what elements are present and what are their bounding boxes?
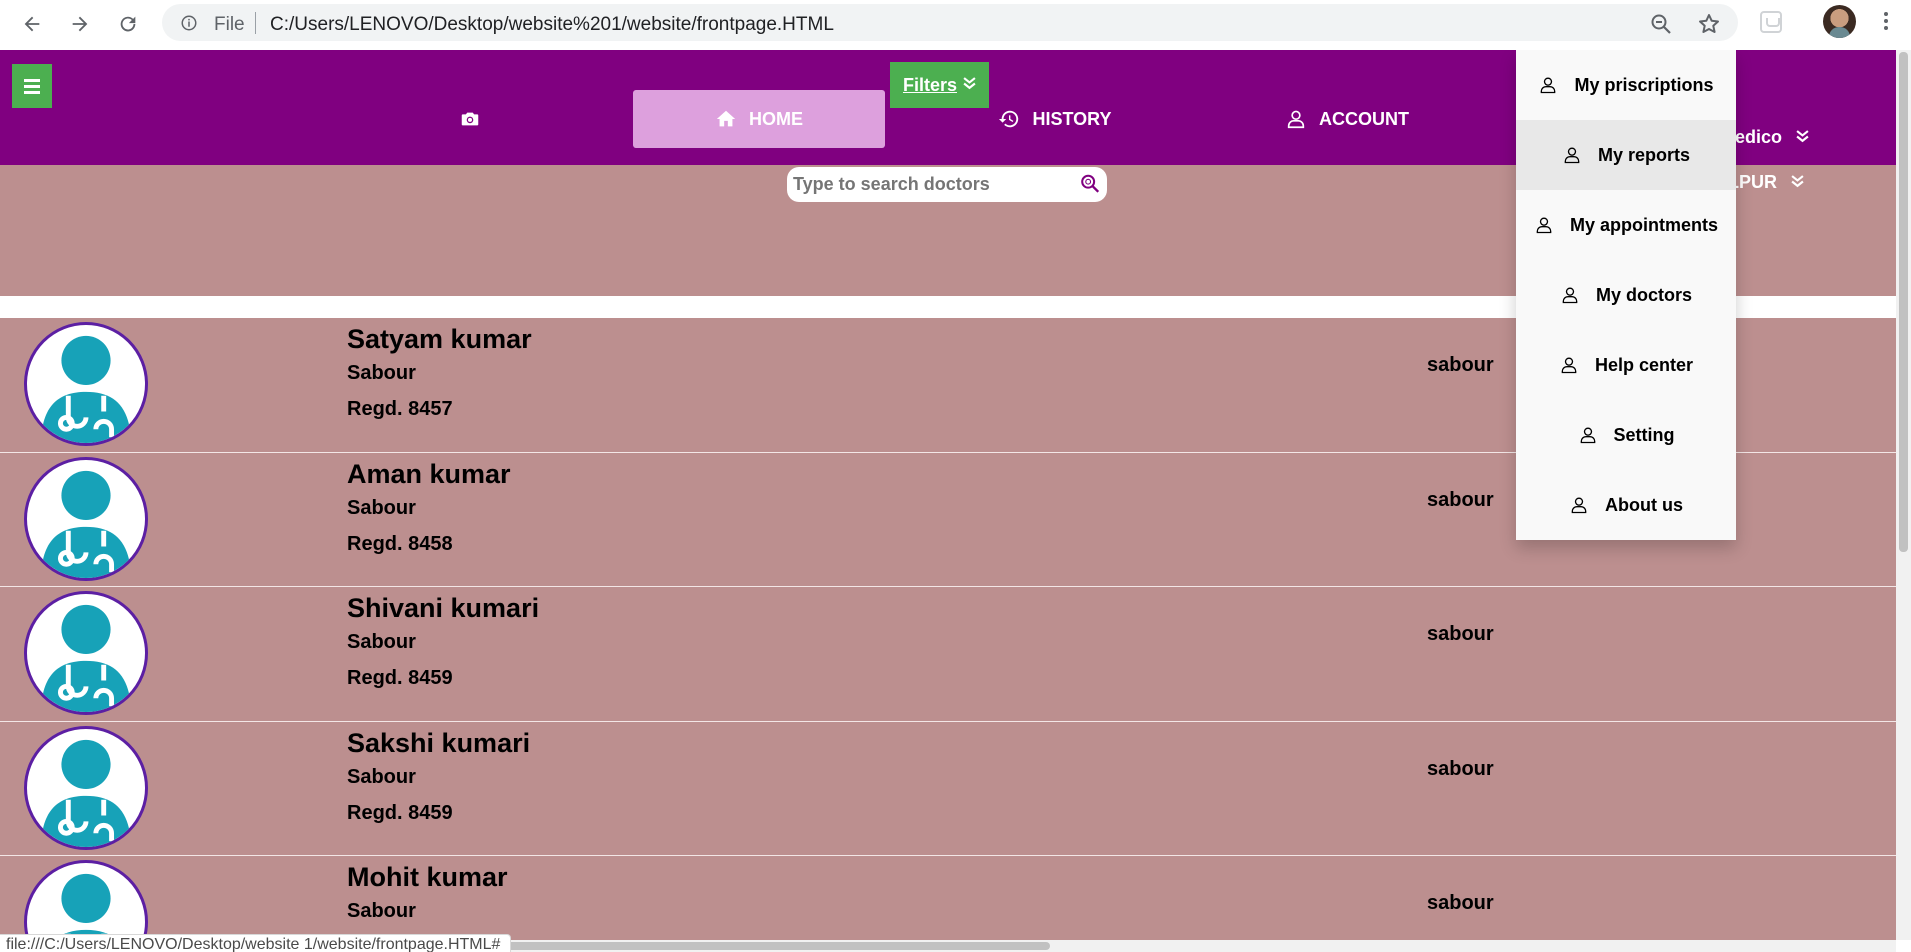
divider xyxy=(255,12,256,34)
menu-item-label: My priscriptions xyxy=(1574,74,1714,95)
zoom-out-icon[interactable] xyxy=(1649,12,1673,36)
menu-item-my-reports[interactable]: My reports xyxy=(1516,120,1736,190)
menu-item-label: About us xyxy=(1605,494,1683,515)
user-icon xyxy=(1564,147,1580,164)
menu-item-label: My doctors xyxy=(1595,284,1692,305)
doctor-regd: Regd. 8458 xyxy=(347,532,453,555)
avatar[interactable] xyxy=(1823,5,1856,38)
doctor-row[interactable]: Shivani kumari Sabour Regd. 8459 sabour xyxy=(0,587,1896,722)
medico-label: edico xyxy=(1735,127,1783,147)
doctor-row[interactable]: Sakshi kumari Sabour Regd. 8459 sabour xyxy=(0,721,1896,856)
nav-home-label: HOME xyxy=(749,108,803,129)
user-icon xyxy=(1571,497,1587,514)
doctor-icon xyxy=(40,604,132,712)
doctor-location: sabour xyxy=(1427,757,1494,780)
history-icon xyxy=(999,110,1019,128)
nav-account[interactable]: ACCOUNT xyxy=(1272,90,1422,148)
menu-item-label: Help center xyxy=(1594,354,1694,375)
menu-item-my-appointments[interactable]: My appointments xyxy=(1516,190,1736,260)
doctor-name[interactable]: Sakshi kumari xyxy=(347,728,530,759)
double-chevron-down-icon xyxy=(1791,174,1804,191)
hamburger-icon xyxy=(24,78,40,82)
user-icon xyxy=(1562,287,1578,304)
url-text[interactable]: C:/Users/LENOVO/Desktop/website%201/webs… xyxy=(270,14,834,36)
doctor-avatar[interactable] xyxy=(24,322,148,446)
doctor-avatar[interactable] xyxy=(24,860,148,940)
back-arrow-icon[interactable] xyxy=(14,6,50,42)
user-icon xyxy=(1541,77,1556,94)
doctor-location: sabour xyxy=(1427,488,1494,511)
doctor-regd: Regd. 8457 xyxy=(347,398,453,420)
menu-item-label: My reports xyxy=(1597,144,1691,165)
user-icon xyxy=(1580,427,1595,444)
menu-item-about-us[interactable]: About us xyxy=(1516,470,1736,540)
info-icon[interactable] xyxy=(180,14,198,32)
user-icon xyxy=(1561,357,1577,374)
doctor-icon xyxy=(40,739,132,847)
nav-account-label: ACCOUNT xyxy=(1319,108,1409,129)
doctor-place: Sabour xyxy=(347,900,416,922)
doctor-avatar[interactable] xyxy=(24,591,148,715)
menu-item-help-center[interactable]: Help center xyxy=(1516,330,1736,400)
home-icon xyxy=(716,110,736,127)
page-viewport: Filters HOME HISTORY ACCOUNT edico Type … xyxy=(0,50,1896,940)
account-dropdown-menu: My priscriptions My reports My appointment… xyxy=(1516,50,1736,540)
doctor-place: Sabour xyxy=(347,765,416,788)
camera-button[interactable] xyxy=(445,90,495,148)
user-icon xyxy=(1536,217,1552,234)
city-dropdown[interactable]: LPUR xyxy=(1728,172,1804,193)
camera-icon xyxy=(461,112,479,126)
address-bar[interactable]: File C:/Users/LENOVO/Desktop/website%201… xyxy=(162,4,1738,41)
menu-toggle-button[interactable] xyxy=(12,64,52,108)
user-icon xyxy=(1287,110,1305,129)
menu-item-label: My appointments xyxy=(1569,214,1718,235)
search-icon[interactable] xyxy=(1079,173,1101,195)
doctor-place: Sabour xyxy=(347,631,416,653)
menu-item-label: Setting xyxy=(1613,424,1675,445)
doctor-place: Sabour xyxy=(347,496,416,519)
doctor-location: sabour xyxy=(1427,892,1494,914)
double-chevron-down-icon xyxy=(1796,129,1809,146)
doctor-avatar[interactable] xyxy=(24,725,148,850)
star-icon[interactable] xyxy=(1697,12,1721,36)
doctor-regd: Regd. 8459 xyxy=(347,667,453,689)
doctor-icon xyxy=(40,470,132,578)
nav-history[interactable]: HISTORY xyxy=(990,90,1120,148)
nav-home[interactable]: HOME xyxy=(633,90,885,148)
filters-button[interactable]: Filters xyxy=(890,62,989,108)
nav-history-label: HISTORY xyxy=(1032,108,1112,129)
doctor-name[interactable]: Shivani kumari xyxy=(347,593,539,624)
doctor-location: sabour xyxy=(1427,623,1494,645)
doctor-avatar[interactable] xyxy=(24,456,148,581)
scrollbar-thumb[interactable] xyxy=(1899,52,1908,552)
search-bar xyxy=(787,167,1107,202)
filters-label: Filters xyxy=(902,74,958,95)
medico-dropdown[interactable]: edico xyxy=(1735,127,1809,148)
more-vert-icon[interactable] xyxy=(1880,10,1892,34)
browser-toolbar: File C:/Users/LENOVO/Desktop/website%201… xyxy=(0,0,1911,50)
reload-icon[interactable] xyxy=(110,6,146,42)
double-chevron-down-icon xyxy=(963,77,976,93)
menu-item-my-priscriptions[interactable]: My priscriptions xyxy=(1516,50,1736,120)
menu-item-setting[interactable]: Setting xyxy=(1516,400,1736,470)
forward-arrow-icon[interactable] xyxy=(62,6,98,42)
extension-icon[interactable] xyxy=(1760,11,1782,33)
doctor-row[interactable]: Mohit kumar Sabour sabour xyxy=(0,856,1896,940)
status-bar-url: file:///C:/Users/LENOVO/Desktop/website … xyxy=(0,934,512,952)
doctor-name[interactable]: Satyam kumar xyxy=(347,324,532,355)
doctor-location: sabour xyxy=(1427,354,1494,376)
search-input[interactable] xyxy=(793,171,1063,197)
scheme-label: File xyxy=(214,14,245,35)
doctor-regd: Regd. 8459 xyxy=(347,801,453,824)
doctor-name[interactable]: Aman kumar xyxy=(347,459,511,490)
doctor-icon xyxy=(40,335,132,443)
doctor-name[interactable]: Mohit kumar xyxy=(347,862,508,893)
vertical-scrollbar[interactable] xyxy=(1896,50,1911,940)
doctor-icon xyxy=(55,873,117,940)
menu-item-my-doctors[interactable]: My doctors xyxy=(1516,260,1736,330)
doctor-place: Sabour xyxy=(347,362,416,384)
